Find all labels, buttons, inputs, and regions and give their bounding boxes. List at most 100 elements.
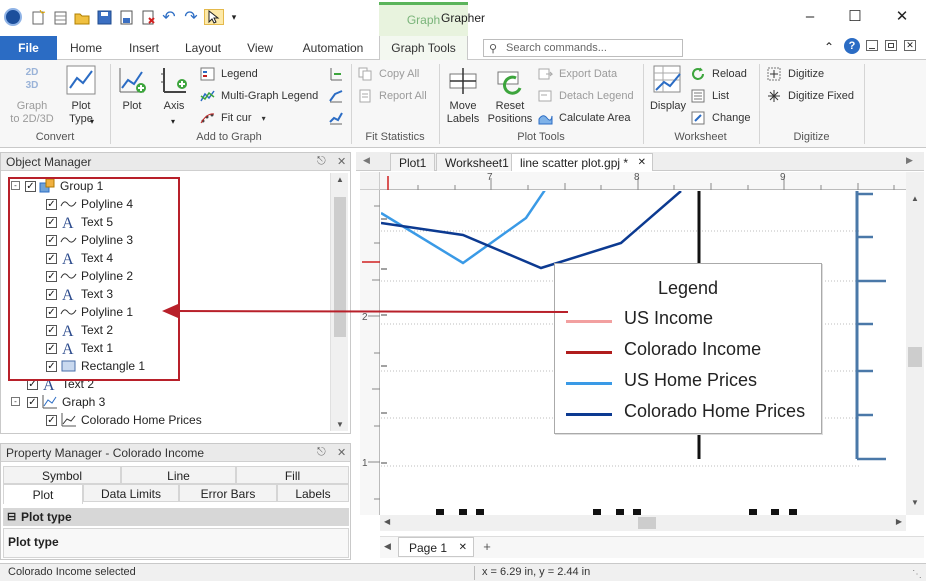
pm-tab-symbol[interactable]: Symbol [3, 466, 121, 484]
pm-tab-data-limits[interactable]: Data Limits [83, 484, 179, 502]
scroll-thumb[interactable] [638, 517, 656, 529]
page-tab-page-1[interactable]: Page 1 ✕ [398, 537, 474, 557]
copy-all-label: Copy All [379, 68, 420, 80]
legend-icon [200, 67, 215, 81]
tree-item-label: Colorado Home Prices [81, 413, 202, 427]
report-all-button[interactable]: Report All [358, 88, 427, 104]
detach-legend-icon [538, 89, 553, 103]
doc-restore-icon[interactable] [885, 40, 897, 51]
pm-section-label: Plot type [21, 510, 72, 524]
pm-tab-line[interactable]: Line [121, 466, 236, 484]
export-data-button[interactable]: Export Data [538, 66, 617, 82]
doc-tabs-next-icon[interactable]: ▶ [906, 155, 913, 166]
collapse-icon: ⊟ [7, 511, 17, 523]
digitize-fixed-button[interactable]: Digitize Fixed [767, 88, 854, 104]
detach-legend-button[interactable]: Detach Legend [538, 88, 634, 104]
tab-layout[interactable]: Layout [178, 36, 228, 60]
scroll-down-icon[interactable]: ▼ [911, 498, 919, 507]
scroll-left-icon[interactable]: ◀ [384, 517, 390, 526]
resize-grip-icon[interactable]: ⋱ [912, 566, 922, 581]
tab-view[interactable]: View [240, 36, 280, 60]
legend-entry-label: Colorado Income [624, 339, 762, 359]
status-divider [474, 566, 475, 580]
line-plot-icon [60, 412, 77, 428]
pm-tab-plot[interactable]: Plot [3, 484, 83, 504]
scroll-up-icon[interactable]: ▲ [336, 175, 344, 184]
tab-close-icon[interactable]: ✕ [638, 154, 646, 172]
scroll-up-icon[interactable]: ▲ [911, 194, 919, 203]
digitize-icon [767, 67, 782, 81]
fit-curve-button[interactable]: Fit cur ▾ [200, 110, 266, 126]
visibility-checkbox[interactable]: ✓ [46, 415, 57, 426]
tree-item-plot[interactable]: ✓ Colorado Home Prices [1, 411, 329, 429]
close-window-button[interactable]: ✕ [882, 4, 922, 28]
legend-swatch [566, 351, 612, 354]
copy-all-button[interactable]: Copy All [358, 66, 419, 82]
move-labels-button[interactable]: Move Labels [443, 64, 483, 126]
tab-graph-tools[interactable]: Graph Tools [379, 36, 468, 60]
pin-icon[interactable]: ⎋ [317, 155, 326, 168]
doc-tab-worksheet1[interactable]: Worksheet1 [436, 153, 518, 171]
reload-icon [691, 67, 706, 81]
axis-tool-icon-1[interactable] [328, 66, 344, 85]
legend-box[interactable]: Legend US Income Colorado Income US Home P… [554, 263, 822, 434]
scroll-right-icon[interactable]: ▶ [896, 517, 902, 526]
legend-button[interactable]: Legend [200, 66, 258, 82]
change-icon [691, 111, 706, 125]
doc-close-icon[interactable]: ✕ [904, 40, 916, 51]
tab-home[interactable]: Home [62, 36, 110, 60]
reset-positions-button[interactable]: Reset Positions [485, 64, 535, 126]
pm-tab-labels[interactable]: Labels [277, 484, 349, 502]
tab-automation[interactable]: Automation [294, 36, 372, 60]
panel-close-icon[interactable]: ✕ [337, 446, 346, 459]
pm-section-header[interactable]: ⊟ Plot type [3, 508, 349, 526]
plot-canvas[interactable]: Legend US Income Colorado Income US Home P… [381, 191, 906, 515]
property-manager-panel: Property Manager - Colorado Income ⎋ ✕ S… [0, 443, 351, 560]
graph-to-2d3d-label: Graph to 2D/3D [10, 100, 54, 125]
axis-tool-icon-3[interactable] [328, 110, 344, 129]
panel-close-icon[interactable]: ✕ [337, 155, 346, 168]
right-axis-ticks [857, 192, 886, 461]
tree-item-graph[interactable]: - ✓ Graph 3 [1, 393, 329, 411]
tab-file[interactable]: File [0, 36, 57, 60]
calculate-area-button[interactable]: Calculate Area [538, 110, 631, 126]
expand-toggle-icon[interactable]: - [11, 397, 20, 406]
canvas-vertical-scrollbar[interactable]: ▲ ▼ [906, 172, 924, 515]
fit-curve-label: Fit cur [221, 112, 252, 124]
pm-tab-error-bars[interactable]: Error Bars [179, 484, 277, 502]
graph-to-2d3d-button[interactable]: 2D 3D Graph to 2D/3D [6, 64, 58, 126]
maximize-button[interactable]: ☐ [835, 4, 875, 28]
doc-tabs-prev-icon[interactable]: ◀ [363, 155, 370, 166]
add-page-icon[interactable]: + [478, 538, 496, 556]
digitize-button[interactable]: Digitize [767, 66, 824, 82]
search-input[interactable]: ⚲ Search commands... [483, 39, 683, 57]
tab-insert[interactable]: Insert [120, 36, 168, 60]
add-plot-button[interactable]: Plot [113, 64, 151, 113]
doc-tab-plot1[interactable]: Plot1 [390, 153, 436, 171]
legend-swatch [566, 382, 612, 385]
reload-button[interactable]: Reload [691, 66, 747, 82]
doc-tab-line-scatter-plot[interactable]: line scatter plot.gpj * ✕ [511, 153, 654, 172]
list-button[interactable]: List [691, 88, 729, 104]
pm-tab-fill[interactable]: Fill [236, 466, 349, 484]
add-axis-button[interactable]: Axis [155, 64, 193, 113]
display-worksheet-button[interactable]: Display [647, 64, 689, 113]
plot-type-label: Plot Type [69, 100, 93, 125]
page-tabs-prev-icon[interactable]: ◀ [384, 541, 391, 552]
plot-type-button[interactable]: Plot Type [60, 64, 102, 126]
reset-positions-icon [494, 64, 526, 96]
axis-tool-icon-2[interactable] [328, 88, 344, 107]
canvas-horizontal-scrollbar[interactable]: ◀ ▶ [380, 515, 906, 531]
help-icon[interactable]: ? [844, 38, 860, 54]
change-button[interactable]: Change [691, 110, 751, 126]
visibility-checkbox[interactable]: ✓ [27, 397, 38, 408]
scroll-thumb[interactable] [908, 347, 922, 367]
collapse-ribbon-icon[interactable]: ⌃ [824, 40, 834, 54]
page-tab-close-icon[interactable]: ✕ [459, 538, 467, 558]
scroll-down-icon[interactable]: ▼ [336, 420, 344, 429]
pm-field-box: Plot type [3, 528, 349, 558]
pin-icon[interactable]: ⎋ [317, 446, 326, 459]
multi-graph-legend-button[interactable]: Multi-Graph Legend [200, 88, 318, 104]
minimize-button[interactable]: – [790, 4, 830, 28]
doc-minimize-icon[interactable] [866, 40, 878, 51]
